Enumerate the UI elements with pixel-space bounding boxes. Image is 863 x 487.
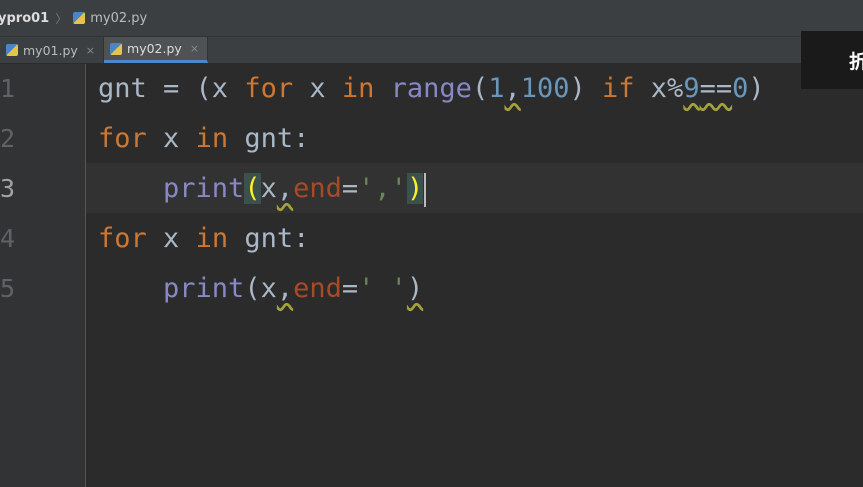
- tab-my02[interactable]: my02.py ×: [104, 37, 209, 63]
- overlay-popup: 折: [801, 31, 863, 89]
- number: 100: [520, 73, 570, 104]
- python-file-icon: [110, 42, 123, 55]
- code-line: for x in gnt:: [98, 214, 858, 264]
- python-file-icon: [6, 44, 18, 56]
- breadcrumb: ypro01 〉 my02.py: [0, 0, 863, 37]
- text-cursor: [424, 172, 427, 207]
- code-text: x: [293, 73, 342, 104]
- code-text: ,: [276, 173, 294, 204]
- number: 1: [488, 73, 505, 104]
- code-text: x: [260, 273, 277, 304]
- string: ' ': [358, 273, 407, 304]
- code-text: x%: [634, 73, 684, 104]
- line-number: 3: [0, 174, 16, 203]
- close-icon[interactable]: ×: [86, 44, 95, 57]
- code-line: for x in gnt:: [98, 114, 858, 164]
- line-number: 5: [0, 274, 16, 303]
- code-text: gnt = (x: [98, 73, 245, 104]
- code-text: ): [569, 73, 603, 104]
- keyword: if: [602, 73, 635, 104]
- code-text: =: [341, 273, 359, 304]
- string: ',': [358, 173, 407, 204]
- builtin: range: [390, 73, 472, 104]
- keyword-argument: end: [293, 173, 342, 204]
- code-text: gnt:: [228, 123, 310, 154]
- breadcrumb-project[interactable]: ypro01: [0, 11, 49, 26]
- code-line: gnt = (x for x in range(1,100) if x%9==0…: [98, 64, 858, 114]
- keyword: in: [341, 73, 375, 104]
- line-number: 1: [0, 74, 16, 103]
- line-number: 2: [0, 124, 16, 153]
- code-text: x: [146, 223, 196, 254]
- keyword: for: [244, 73, 294, 104]
- breadcrumb-file[interactable]: my02.py: [90, 11, 147, 26]
- chevron-right-icon: 〉: [55, 11, 68, 26]
- code-text: =: [341, 173, 359, 204]
- keyword: for: [98, 123, 147, 154]
- code-text: x: [146, 123, 196, 154]
- code-text: gnt:: [228, 223, 310, 254]
- code-editor[interactable]: gnt = (x for x in range(1,100) if x%9==0…: [98, 64, 858, 314]
- code-text: ,: [504, 73, 521, 104]
- tab-label: my01.py: [23, 42, 78, 58]
- code-text: (: [471, 73, 489, 104]
- tab-my01[interactable]: my01.py ×: [0, 37, 105, 63]
- number: 0: [732, 73, 749, 104]
- matched-paren: ): [406, 173, 424, 204]
- number: 9: [683, 73, 700, 104]
- code-line: print(x,end=','): [98, 164, 858, 214]
- editor-tabs: my01.py × my02.py ×: [0, 37, 863, 63]
- code-line: print(x,end=' '): [98, 264, 858, 314]
- line-number-gutter[interactable]: 1 2 3 4 5: [0, 64, 86, 487]
- code-text: ): [748, 73, 765, 104]
- close-icon[interactable]: ×: [190, 42, 199, 55]
- keyword: in: [195, 223, 229, 254]
- code-text: ): [406, 273, 424, 304]
- keyword: in: [195, 123, 229, 154]
- builtin: print: [163, 273, 245, 304]
- code-text: (: [244, 273, 261, 304]
- popup-text: 折: [849, 51, 863, 73]
- matched-paren: (: [244, 173, 261, 204]
- line-number: 4: [0, 224, 16, 253]
- python-file-icon: [73, 12, 86, 24]
- keyword: for: [98, 223, 147, 254]
- tab-label: my02.py: [127, 41, 182, 56]
- code-text: x: [260, 173, 277, 204]
- keyword-argument: end: [293, 273, 342, 304]
- builtin: print: [163, 173, 245, 204]
- code-text: ==: [699, 73, 733, 104]
- code-text: ,: [276, 273, 294, 304]
